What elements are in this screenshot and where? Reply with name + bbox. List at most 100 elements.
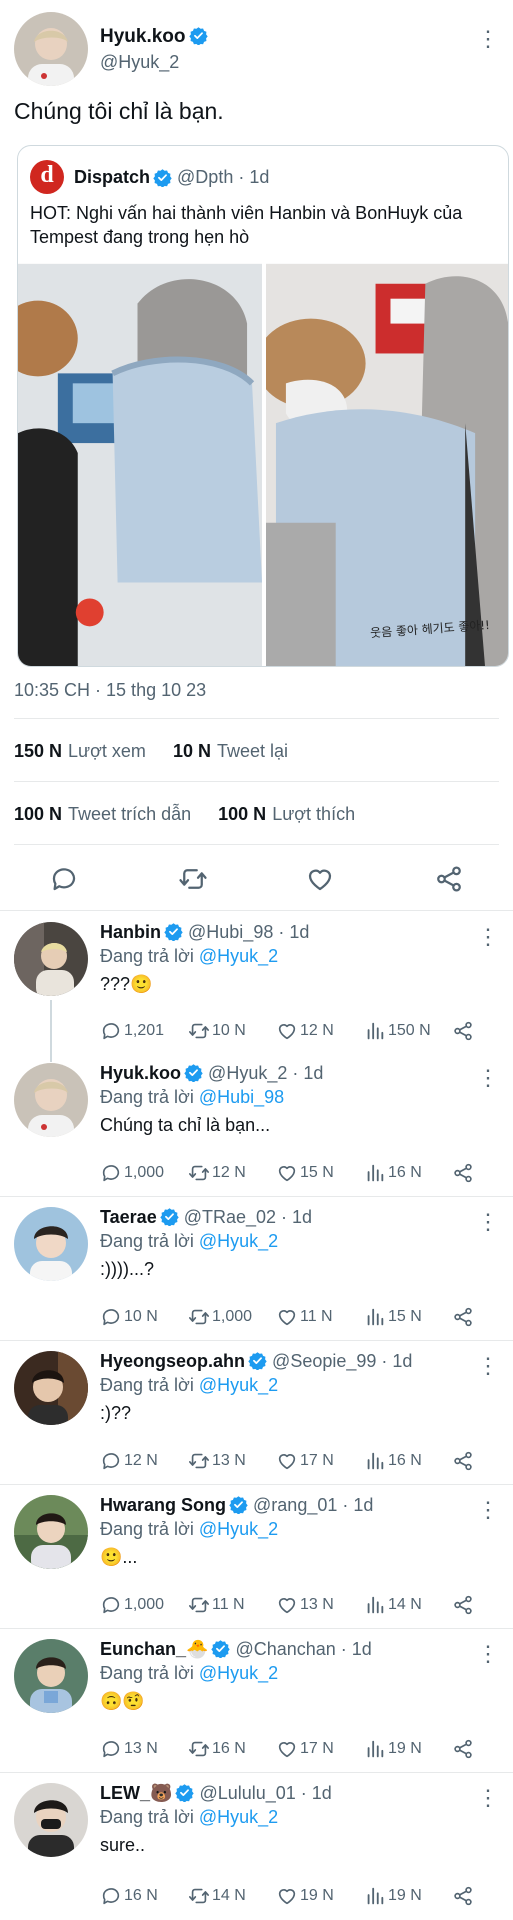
more-options-icon[interactable]: ⋮ <box>477 926 499 948</box>
reply-to-handle[interactable]: @Hyuk_2 <box>199 1807 278 1827</box>
reply-handle-time[interactable]: @Lululu_01 · 1d <box>199 1783 331 1803</box>
retweet-button[interactable]: 1,000 <box>188 1306 252 1328</box>
avatar[interactable] <box>14 1495 88 1569</box>
avatar[interactable] <box>14 1063 88 1137</box>
share-button[interactable] <box>452 1450 474 1472</box>
reply-button[interactable]: 16 N <box>100 1885 158 1907</box>
reply-item[interactable]: Hyuk.koo @Hyuk_2 · 1d ⋮ Đang trả lời @Hu… <box>0 1053 513 1197</box>
author-name[interactable]: Hyuk.koo <box>100 26 186 47</box>
share-button[interactable] <box>452 1162 474 1184</box>
reply-button[interactable]: 10 N <box>100 1306 158 1328</box>
reply-author-name[interactable]: Hyuk.koo <box>100 1063 181 1083</box>
reply-prefix: Đang trả lời <box>100 1375 194 1395</box>
tweet-timestamp[interactable]: 10:35 CH · 15 thg 10 23 <box>14 680 206 701</box>
share-button[interactable] <box>452 1738 474 1760</box>
retweet-button[interactable]: 16 N <box>188 1738 246 1760</box>
avatar[interactable] <box>14 12 88 86</box>
like-button[interactable]: 17 N <box>276 1738 334 1760</box>
reply-to-handle[interactable]: @Hyuk_2 <box>199 946 278 966</box>
likes-count[interactable]: 100 N <box>218 804 266 824</box>
more-options-icon[interactable]: ⋮ <box>477 1211 499 1233</box>
reply-author-name[interactable]: Taerae <box>100 1207 157 1227</box>
reply-handle-time[interactable]: @Hubi_98 · 1d <box>188 922 309 942</box>
reply-icon[interactable] <box>49 864 79 894</box>
views-count[interactable]: 150 N <box>14 741 62 761</box>
avatar[interactable] <box>14 1207 88 1281</box>
retweet-button[interactable]: 10 N <box>188 1020 246 1042</box>
views-button[interactable]: 150 N <box>364 1020 431 1042</box>
like-button[interactable]: 12 N <box>276 1020 334 1042</box>
views-button[interactable]: 16 N <box>364 1450 422 1472</box>
like-button[interactable]: 13 N <box>276 1594 334 1616</box>
reply-item[interactable]: Eunchan_🐣 @Chanchan · 1d ⋮ Đang trả lời … <box>0 1629 513 1773</box>
views-button[interactable]: 19 N <box>364 1885 422 1907</box>
more-options-icon[interactable]: ⋮ <box>477 28 499 50</box>
retweets-count[interactable]: 10 N <box>173 741 211 761</box>
more-options-icon[interactable]: ⋮ <box>477 1643 499 1665</box>
views-icon <box>364 1020 386 1042</box>
like-button[interactable]: 17 N <box>276 1450 334 1472</box>
like-button[interactable]: 19 N <box>276 1885 334 1907</box>
like-icon[interactable] <box>305 864 335 894</box>
reply-author-name[interactable]: Hyeongseop.ahn <box>100 1351 245 1371</box>
reply-handle-time[interactable]: @TRae_02 · 1d <box>184 1207 312 1227</box>
like-button[interactable]: 15 N <box>276 1162 334 1184</box>
reply-author-name[interactable]: Eunchan_🐣 <box>100 1639 208 1659</box>
reply-handle-time[interactable]: @Chanchan · 1d <box>235 1639 371 1659</box>
reply-item[interactable]: LEW_🐻 @Lululu_01 · 1d ⋮ Đang trả lời @Hy… <box>0 1773 513 1920</box>
reply-item[interactable]: Hanbin @Hubi_98 · 1d ⋮ Đang trả lời @Hyu… <box>0 912 513 1063</box>
reply-handle-time[interactable]: @Seopie_99 · 1d <box>272 1351 412 1371</box>
views-button[interactable]: 16 N <box>364 1162 422 1184</box>
share-icon[interactable] <box>434 864 464 894</box>
more-options-icon[interactable]: ⋮ <box>477 1787 499 1809</box>
reply-item[interactable]: Hyeongseop.ahn @Seopie_99 · 1d ⋮ Đang tr… <box>0 1341 513 1485</box>
retweet-button[interactable]: 12 N <box>188 1162 246 1184</box>
reply-icon <box>100 1594 122 1616</box>
reply-to-handle[interactable]: @Hyuk_2 <box>199 1663 278 1683</box>
author-handle[interactable]: @Hyuk_2 <box>100 52 208 73</box>
retweet-icon[interactable] <box>178 864 208 894</box>
retweet-button[interactable]: 13 N <box>188 1450 246 1472</box>
reply-button[interactable]: 1,000 <box>100 1594 164 1616</box>
views-button[interactable]: 19 N <box>364 1738 422 1760</box>
avatar[interactable] <box>14 922 88 996</box>
quoted-photo-left[interactable] <box>18 263 262 667</box>
share-button[interactable] <box>452 1885 474 1907</box>
reply-button[interactable]: 13 N <box>100 1738 158 1760</box>
reply-to-handle[interactable]: @Hubi_98 <box>199 1087 284 1107</box>
views-button[interactable]: 14 N <box>364 1594 422 1616</box>
reply-actions: 13 N 16 N 17 N 19 N <box>100 1738 500 1764</box>
retweet-button[interactable]: 14 N <box>188 1885 246 1907</box>
reply-button[interactable]: 1,000 <box>100 1162 164 1184</box>
reply-author-name[interactable]: Hanbin <box>100 922 161 942</box>
reply-button[interactable]: 12 N <box>100 1450 158 1472</box>
like-button[interactable]: 11 N <box>276 1306 333 1328</box>
reply-handle-time[interactable]: @rang_01 · 1d <box>253 1495 373 1515</box>
avatar[interactable] <box>14 1783 88 1857</box>
reply-author-name[interactable]: Hwarang Song <box>100 1495 226 1515</box>
reply-to-handle[interactable]: @Hyuk_2 <box>199 1375 278 1395</box>
more-options-icon[interactable]: ⋮ <box>477 1067 499 1089</box>
avatar[interactable] <box>14 1639 88 1713</box>
share-button[interactable] <box>452 1306 474 1328</box>
reply-count: 16 N <box>124 1887 158 1904</box>
reply-handle-time[interactable]: @Hyuk_2 · 1d <box>208 1063 323 1083</box>
quoted-handle-time: @Dpth · 1d <box>177 166 270 187</box>
reply-author-name[interactable]: LEW_🐻 <box>100 1783 172 1803</box>
retweet-button[interactable]: 11 N <box>188 1594 245 1616</box>
quoted-tweet[interactable]: d Dispatch @Dpth · 1d HOT: Nghi vấn hai … <box>17 145 509 667</box>
quoted-photo-right[interactable]: 웃음 좋아 헤기도 좋아!! <box>266 263 508 667</box>
views-button[interactable]: 15 N <box>364 1306 422 1328</box>
share-button[interactable] <box>452 1594 474 1616</box>
quotes-count[interactable]: 100 N <box>14 804 62 824</box>
avatar[interactable] <box>14 1351 88 1425</box>
share-button[interactable] <box>452 1020 474 1042</box>
more-options-icon[interactable]: ⋮ <box>477 1355 499 1377</box>
more-options-icon[interactable]: ⋮ <box>477 1499 499 1521</box>
reply-to-handle[interactable]: @Hyuk_2 <box>199 1519 278 1539</box>
reply-item[interactable]: Taerae @TRae_02 · 1d ⋮ Đang trả lời @Hyu… <box>0 1197 513 1341</box>
reply-item[interactable]: Hwarang Song @rang_01 · 1d ⋮ Đang trả lờ… <box>0 1485 513 1629</box>
reply-button[interactable]: 1,201 <box>100 1020 164 1042</box>
views-icon <box>364 1450 386 1472</box>
reply-to-handle[interactable]: @Hyuk_2 <box>199 1231 278 1251</box>
